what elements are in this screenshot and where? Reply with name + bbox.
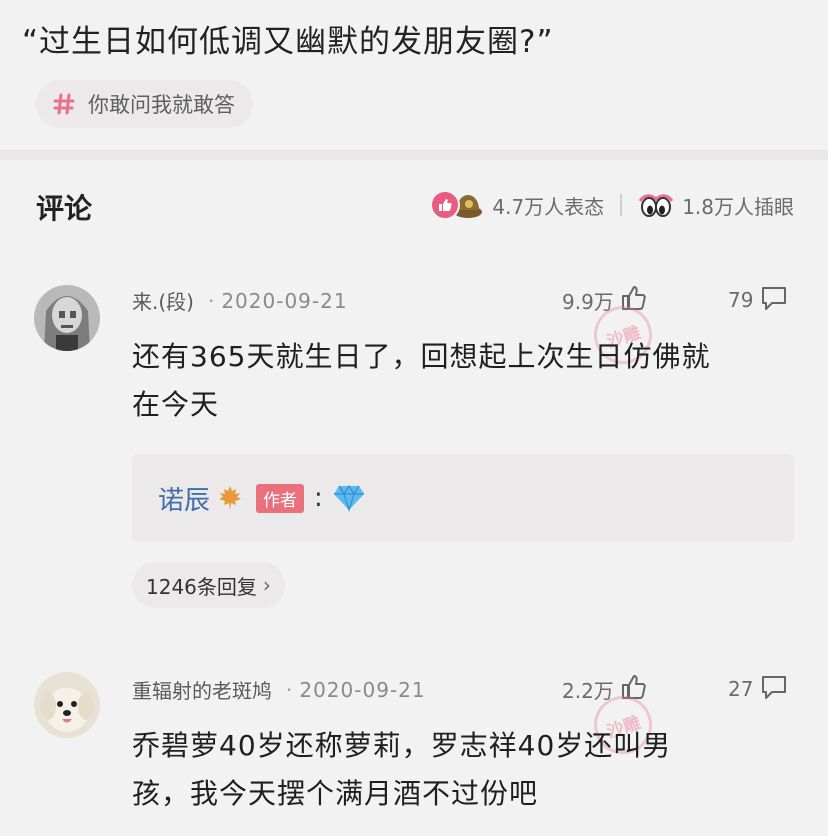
post-title: “过生日如何低调又幽默的发朋友圈?” bbox=[22, 24, 554, 60]
username[interactable]: 重辐射的老斑鸠 bbox=[132, 675, 272, 704]
comment-stats: 4.7万人表态 1.8万人插眼 bbox=[430, 188, 794, 222]
reply-colon: : bbox=[314, 483, 323, 513]
comment-text-line: 在今天 bbox=[132, 388, 220, 421]
comment-meta: 重辐射的老斑鸠 2020-09-21 bbox=[132, 675, 426, 704]
view-replies-button[interactable]: 1246条回复 › bbox=[132, 562, 285, 608]
hash-icon bbox=[50, 90, 78, 118]
comment-text-line: 还有365天就生日了，回想起上次生日仿佛就 bbox=[132, 340, 711, 373]
comments-header: 评论 4.7万人表态 1.8万人插眼 bbox=[0, 170, 828, 240]
diamond-icon bbox=[333, 483, 365, 513]
reply-count: 79 bbox=[728, 288, 754, 312]
reply-button[interactable]: 79 bbox=[728, 284, 789, 316]
reply-preview[interactable]: 诺辰 作者 : bbox=[132, 454, 794, 542]
reply-count-label: 1246条回复 bbox=[146, 574, 257, 599]
reactions-group[interactable] bbox=[430, 190, 484, 220]
eyes-icon[interactable] bbox=[638, 190, 674, 220]
section-divider bbox=[0, 150, 828, 160]
username[interactable]: 来.(段) bbox=[132, 286, 194, 315]
comment-text: 乔碧萝40岁还称萝莉，罗志祥40岁还叫男 孩，我今天摆个满月酒不过份吧 bbox=[132, 722, 812, 818]
comment-text-line: 乔碧萝40岁还称萝莉，罗志祥40岁还叫男 bbox=[132, 729, 672, 762]
reply-author-name[interactable]: 诺辰 bbox=[158, 480, 210, 517]
comment-date: 2020-09-21 bbox=[208, 289, 348, 313]
comments-title: 评论 bbox=[36, 192, 93, 225]
comment-meta: 来.(段) 2020-09-21 bbox=[132, 286, 348, 315]
stats-separator bbox=[620, 194, 623, 216]
author-badge: 作者 bbox=[256, 483, 305, 513]
topic-tag[interactable]: 你敢问我就敢答 bbox=[36, 80, 253, 128]
reply-count: 27 bbox=[728, 677, 754, 701]
reactions-count: 4.7万人表态 bbox=[492, 194, 605, 219]
maple-leaf-icon bbox=[216, 483, 246, 513]
topic-label: 你敢问我就敢答 bbox=[88, 93, 235, 117]
avatar[interactable] bbox=[34, 285, 100, 351]
comment-date: 2020-09-21 bbox=[286, 678, 426, 702]
avatar[interactable] bbox=[34, 672, 100, 738]
chevron-right-icon: › bbox=[262, 573, 271, 597]
comment-text-line: 孩，我今天摆个满月酒不过份吧 bbox=[132, 777, 539, 810]
comment-bubble-icon bbox=[759, 673, 789, 705]
comment-bubble-icon bbox=[759, 284, 789, 316]
reply-button[interactable]: 27 bbox=[728, 673, 789, 705]
like-count: 2.2万 bbox=[562, 678, 614, 703]
peek-count: 1.8万人插眼 bbox=[682, 194, 794, 219]
comment-text: 还有365天就生日了，回想起上次生日仿佛就 在今天 bbox=[132, 333, 812, 429]
